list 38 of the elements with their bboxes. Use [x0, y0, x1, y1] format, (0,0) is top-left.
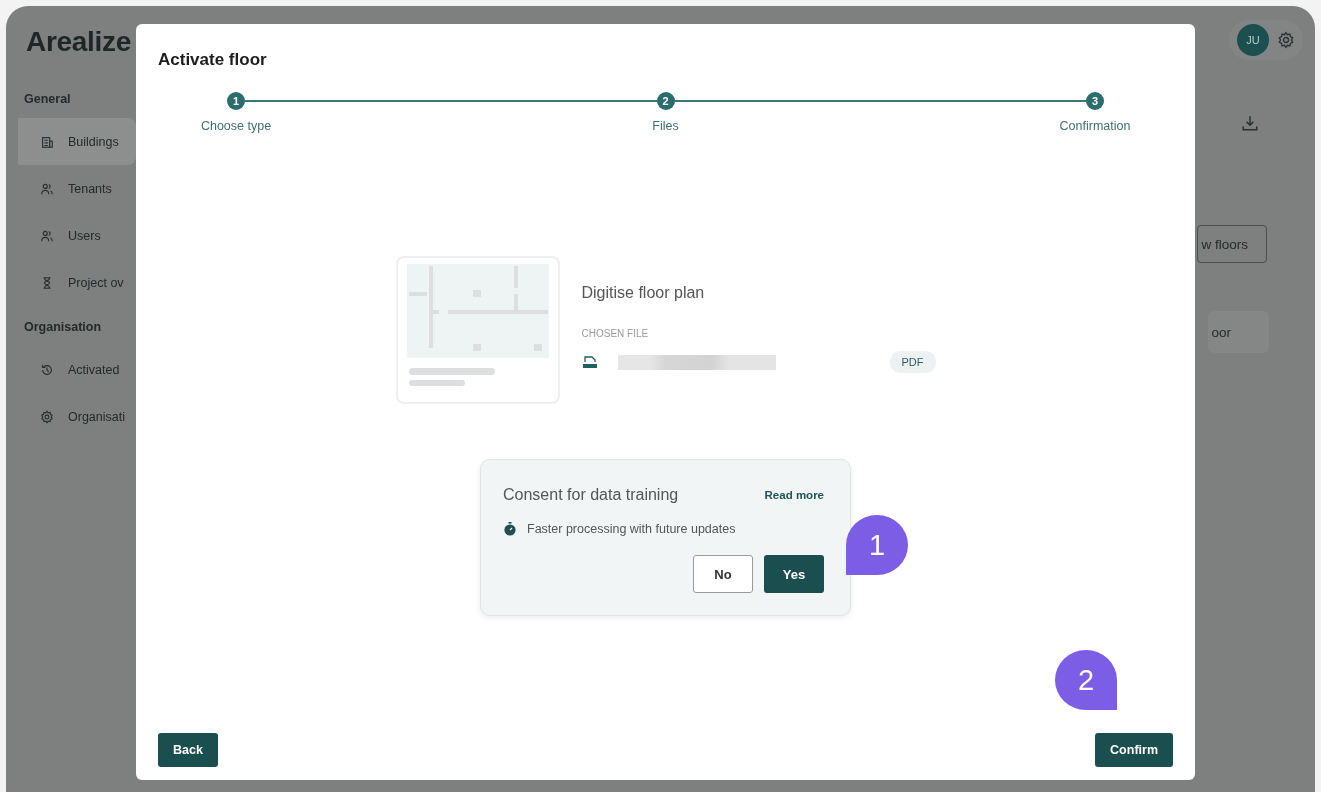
step-label: Files	[652, 119, 679, 133]
download-icon[interactable]	[1241, 114, 1259, 132]
history-icon	[40, 362, 54, 377]
sidebar-heading: Organisation	[24, 320, 103, 334]
consent-note: Faster processing with future updates	[527, 522, 736, 536]
sidebar-item[interactable]: Users	[18, 212, 136, 259]
sidebar-item[interactable]: Tenants	[18, 165, 136, 212]
building-icon	[40, 134, 54, 149]
main-button[interactable]: oor	[1208, 311, 1269, 353]
sidebar-item[interactable]: Project ov	[18, 259, 136, 306]
pdf-file-icon	[581, 354, 598, 370]
step-label: Choose type	[200, 119, 272, 133]
back-button[interactable]: Back	[158, 733, 218, 767]
logo: Arealize	[26, 26, 132, 58]
sidebar-heading: General	[24, 92, 72, 106]
step-number: 1	[227, 92, 245, 110]
read-more-link[interactable]: Read more	[764, 489, 824, 501]
avatar[interactable]: JU	[1237, 24, 1269, 56]
option-title: Digitise floor plan	[581, 284, 706, 302]
file-type-tag: PDF	[889, 351, 936, 373]
main-button[interactable]: w floors	[1197, 225, 1267, 263]
people-icon	[40, 181, 54, 196]
sidebar-item[interactable]: Activated	[18, 346, 136, 393]
people-icon	[40, 228, 54, 243]
step-number: 3	[1086, 92, 1104, 110]
stopwatch-icon	[503, 522, 517, 536]
consent-title: Consent for data training	[503, 486, 679, 504]
confirm-button[interactable]: Confirm	[1095, 733, 1173, 767]
sidebar-item[interactable]: Organisati	[18, 393, 136, 440]
consent-button[interactable]: Yes	[764, 555, 824, 593]
dialog-title: Activate floor	[158, 50, 268, 70]
consent-button[interactable]: No	[693, 555, 753, 593]
step-number: 2	[656, 92, 675, 110]
settings-icon	[40, 409, 54, 424]
field-label: CHOSEN FILE	[581, 328, 650, 339]
settings-icon[interactable]	[1277, 31, 1295, 49]
step-label: Confirmation	[1059, 119, 1131, 133]
sidebar-item[interactable]: Buildings	[18, 118, 136, 165]
